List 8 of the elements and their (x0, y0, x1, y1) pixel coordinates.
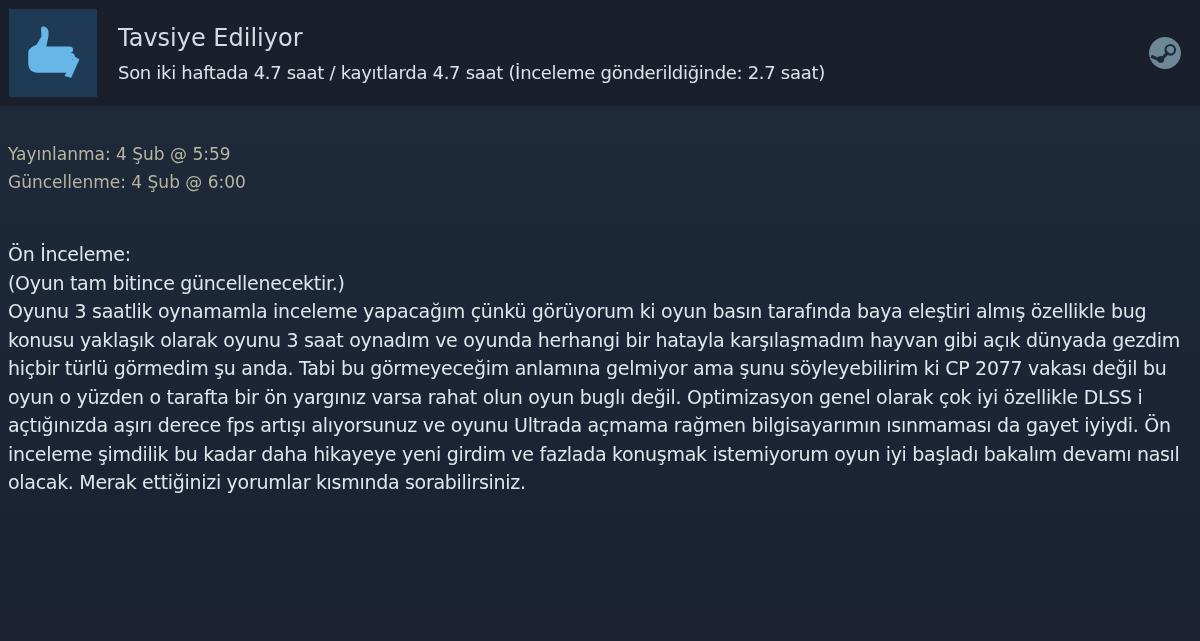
review-verdict: Tavsiye Ediliyor (118, 23, 304, 52)
playtime-text: Son iki haftada 4.7 saat / kayıtlarda 4.7 saat (İnceleme gönderildiğinde: 2.7 saat) (118, 61, 826, 83)
review-paragraph: (Oyun tam bitince güncellenecektir.) (8, 270, 346, 296)
date-text: Güncellenme: 4 Şub @ 6:00 (8, 172, 247, 192)
review-paragraph: Ön İnceleme: (8, 242, 132, 267)
date-text: Yayınlanma: 4 Şub @ 5:59 (8, 144, 232, 164)
steam-logo-icon (1148, 36, 1182, 70)
review-paragraph: Oyunu 3 saatlik oynamamla inceleme yapacağım çünkü görüyorum ki oyun basın tarafında baya eleştiri almış özellikle bug konusu yaklaşık olarak oyunu 3 saat oynadım ve oyunda herhangi bir hatayla karşılaşmadım hayvan gibi açık dünyada gezdim hiçbir türlü görmedim şu anda. Tabi bu görmeyeceğim anlamına gelmiyor ama şunu söyleyebilirim ki CP 2077 vakası değil bu oyun o yüzden o tarafta bir ön yargınız varsa rahat olun oyun buglı değil. Optimizasyon genel olarak çok iyi özellikle DLSS i açtığınızda aşırı derece fps artışı alıyorsunuz ve oyunu Ultrada açmama rağmen bilgisayarımın ısınmaması da gayet iyiydi. Ön inceleme şimdilik bu kadar daha hikayeye yeni girdim ve fazlada konuşmak istemiyorum oyun iyi başladı bakalım devamı nasıl olacak. Merak ettiğinizi yorumlar kısmında sorabilirsiniz. (8, 299, 1182, 495)
